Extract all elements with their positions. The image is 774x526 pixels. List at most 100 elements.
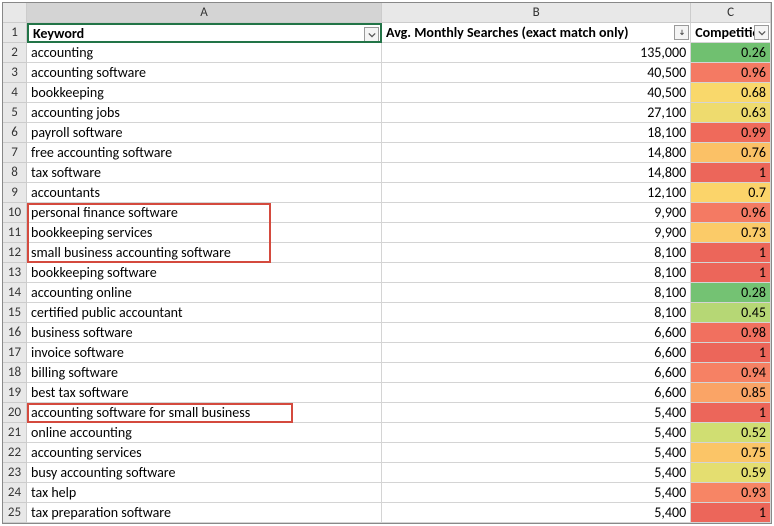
column-header-c[interactable]: C: [691, 3, 771, 23]
filter-button[interactable]: [674, 25, 689, 40]
competition-cell[interactable]: 0.85: [691, 383, 771, 403]
header-keyword-cell[interactable]: Keyword: [27, 23, 382, 43]
competition-cell[interactable]: 0.96: [691, 63, 771, 83]
row-header[interactable]: 9: [3, 183, 27, 203]
searches-cell[interactable]: 8,100: [382, 263, 691, 283]
competition-cell[interactable]: 0.28: [691, 283, 771, 303]
row-header[interactable]: 8: [3, 163, 27, 183]
keyword-cell[interactable]: best tax software: [27, 383, 382, 403]
keyword-cell[interactable]: payroll software: [27, 123, 382, 143]
searches-cell[interactable]: 5,400: [382, 423, 691, 443]
row-header[interactable]: 16: [3, 323, 27, 343]
searches-cell[interactable]: 40,500: [382, 63, 691, 83]
header-searches-cell[interactable]: Avg. Monthly Searches (exact match only): [382, 23, 691, 43]
keyword-cell[interactable]: tax help: [27, 483, 382, 503]
filter-button[interactable]: [364, 27, 379, 42]
row-header[interactable]: 11: [3, 223, 27, 243]
keyword-cell[interactable]: billing software: [27, 363, 382, 383]
row-header[interactable]: 4: [3, 83, 27, 103]
row-header[interactable]: 15: [3, 303, 27, 323]
row-header[interactable]: 14: [3, 283, 27, 303]
searches-cell[interactable]: 5,400: [382, 503, 691, 523]
competition-cell[interactable]: 0.99: [691, 123, 771, 143]
keyword-cell[interactable]: personal finance software: [27, 203, 382, 223]
row-header[interactable]: 10: [3, 203, 27, 223]
keyword-cell[interactable]: invoice software: [27, 343, 382, 363]
keyword-cell[interactable]: bookkeeping services: [27, 223, 382, 243]
searches-cell[interactable]: 5,400: [382, 403, 691, 423]
row-header[interactable]: 24: [3, 483, 27, 503]
competition-cell[interactable]: 0.94: [691, 363, 771, 383]
row-header[interactable]: 18: [3, 363, 27, 383]
row-header[interactable]: 5: [3, 103, 27, 123]
keyword-cell[interactable]: free accounting software: [27, 143, 382, 163]
keyword-cell[interactable]: accounting: [27, 43, 382, 63]
keyword-cell[interactable]: tax preparation software: [27, 503, 382, 523]
competition-cell[interactable]: 0.93: [691, 483, 771, 503]
competition-cell[interactable]: 0.76: [691, 143, 771, 163]
searches-cell[interactable]: 9,900: [382, 223, 691, 243]
row-header[interactable]: 12: [3, 243, 27, 263]
competition-cell[interactable]: 0.98: [691, 323, 771, 343]
searches-cell[interactable]: 6,600: [382, 343, 691, 363]
header-competition-cell[interactable]: Competition: [691, 23, 771, 43]
competition-cell[interactable]: 0.75: [691, 443, 771, 463]
competition-cell[interactable]: 1: [691, 263, 771, 283]
column-header-a[interactable]: A: [27, 3, 382, 23]
keyword-cell[interactable]: accounting software for small business: [27, 403, 382, 423]
row-header[interactable]: 19: [3, 383, 27, 403]
competition-cell[interactable]: 0.45: [691, 303, 771, 323]
select-all-corner[interactable]: [3, 3, 27, 23]
competition-cell[interactable]: 0.63: [691, 103, 771, 123]
searches-cell[interactable]: 6,600: [382, 323, 691, 343]
competition-cell[interactable]: 0.68: [691, 83, 771, 103]
searches-cell[interactable]: 18,100: [382, 123, 691, 143]
row-header[interactable]: 3: [3, 63, 27, 83]
searches-cell[interactable]: 5,400: [382, 443, 691, 463]
competition-cell[interactable]: 1: [691, 403, 771, 423]
competition-cell[interactable]: 1: [691, 503, 771, 523]
searches-cell[interactable]: 6,600: [382, 383, 691, 403]
searches-cell[interactable]: 8,100: [382, 283, 691, 303]
row-header[interactable]: 1: [3, 23, 27, 43]
keyword-cell[interactable]: accounting software: [27, 63, 382, 83]
keyword-cell[interactable]: accounting jobs: [27, 103, 382, 123]
row-header[interactable]: 25: [3, 503, 27, 523]
keyword-cell[interactable]: accounting services: [27, 443, 382, 463]
keyword-cell[interactable]: accounting online: [27, 283, 382, 303]
keyword-cell[interactable]: bookkeeping software: [27, 263, 382, 283]
keyword-cell[interactable]: tax software: [27, 163, 382, 183]
keyword-cell[interactable]: certified public accountant: [27, 303, 382, 323]
keyword-cell[interactable]: small business accounting software: [27, 243, 382, 263]
row-header[interactable]: 2: [3, 43, 27, 63]
competition-cell[interactable]: 1: [691, 243, 771, 263]
competition-cell[interactable]: 1: [691, 163, 771, 183]
searches-cell[interactable]: 14,800: [382, 163, 691, 183]
searches-cell[interactable]: 8,100: [382, 303, 691, 323]
keyword-cell[interactable]: bookkeeping: [27, 83, 382, 103]
row-header[interactable]: 17: [3, 343, 27, 363]
searches-cell[interactable]: 27,100: [382, 103, 691, 123]
keyword-cell[interactable]: business software: [27, 323, 382, 343]
row-header[interactable]: 13: [3, 263, 27, 283]
row-header[interactable]: 7: [3, 143, 27, 163]
keyword-cell[interactable]: busy accounting software: [27, 463, 382, 483]
searches-cell[interactable]: 8,100: [382, 243, 691, 263]
keyword-cell[interactable]: accountants: [27, 183, 382, 203]
row-header[interactable]: 23: [3, 463, 27, 483]
filter-button[interactable]: [754, 25, 769, 40]
row-header[interactable]: 6: [3, 123, 27, 143]
competition-cell[interactable]: 0.73: [691, 223, 771, 243]
competition-cell[interactable]: 0.26: [691, 43, 771, 63]
competition-cell[interactable]: 0.96: [691, 203, 771, 223]
searches-cell[interactable]: 5,400: [382, 463, 691, 483]
competition-cell[interactable]: 0.7: [691, 183, 771, 203]
searches-cell[interactable]: 9,900: [382, 203, 691, 223]
searches-cell[interactable]: 14,800: [382, 143, 691, 163]
row-header[interactable]: 20: [3, 403, 27, 423]
row-header[interactable]: 22: [3, 443, 27, 463]
competition-cell[interactable]: 0.52: [691, 423, 771, 443]
searches-cell[interactable]: 135,000: [382, 43, 691, 63]
searches-cell[interactable]: 6,600: [382, 363, 691, 383]
column-header-b[interactable]: B: [382, 3, 691, 23]
